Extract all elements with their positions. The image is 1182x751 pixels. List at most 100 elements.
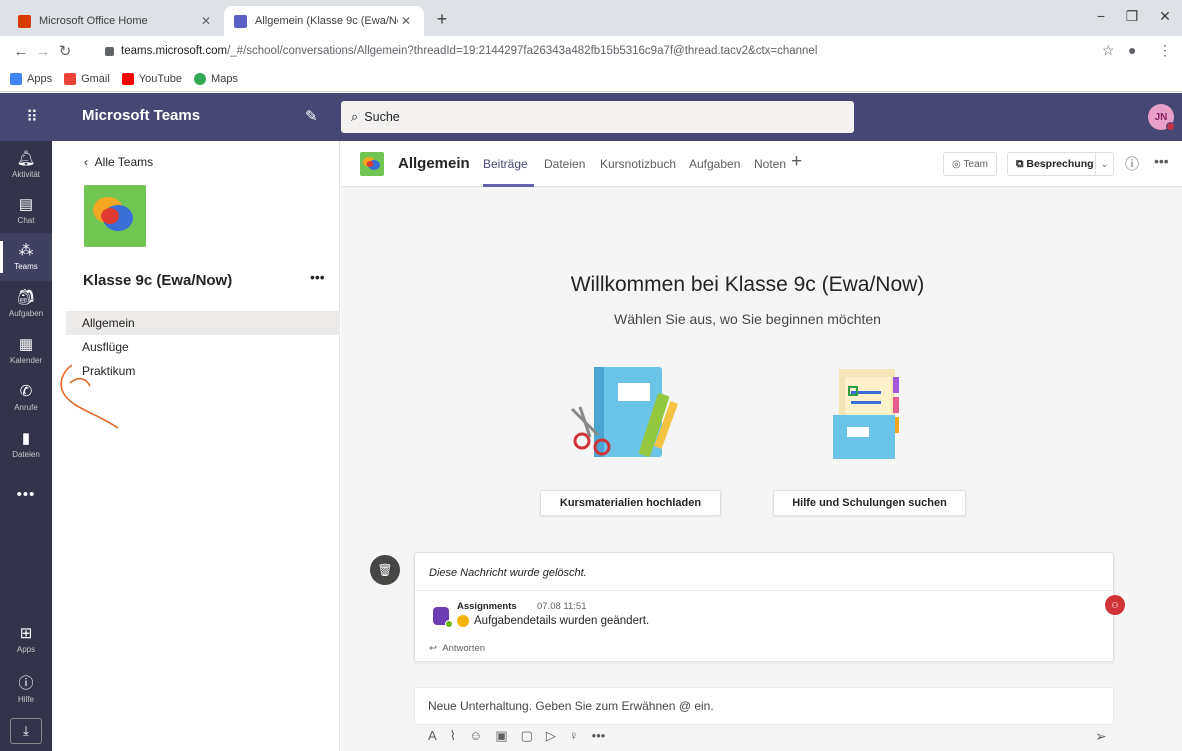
emoji-icon[interactable]: ☺ [469,728,482,744]
close-window-icon[interactable]: ✕ [1150,8,1180,25]
bookmarks-bar: Apps Gmail YouTube Maps [0,66,1182,92]
attach-icon[interactable]: ⌇ [450,728,456,744]
browser-tabbar: Microsoft Office Home ✕ Allgemein (Klass… [0,0,1182,36]
new-chat-icon[interactable]: ✎ [305,107,318,125]
tab-aufgaben[interactable]: Aufgaben [689,157,740,171]
channel-main: Allgemein Beiträge Dateien Kursnotizbuch… [341,141,1182,751]
send-icon[interactable]: ➢ [1095,728,1107,745]
rail-item-hilfe[interactable]: ⓘ Hilfe [0,666,52,714]
bookmark-label: Gmail [81,72,110,85]
browser-tab-office[interactable]: Microsoft Office Home ✕ [8,6,224,36]
minimize-icon[interactable]: − [1086,8,1116,24]
channel-ausfluege[interactable]: Ausflüge [66,335,340,359]
rail-item-aktivitaet[interactable]: 🔔︎ Aktivität [0,141,52,189]
tab-kursnotizbuch[interactable]: Kursnotizbuch [600,157,676,171]
gmail-icon [64,72,77,85]
rail-label: Hilfe [17,695,34,704]
search-icon: ⌕ [351,109,359,124]
team-panel: ‹ Alle Teams Klasse 9c (Ewa/Now) ••• All… [52,141,340,751]
new-conversation-input[interactable]: Neue Unterhaltung. Geben Sie zum Erwähne… [414,687,1114,725]
rail-item-chat[interactable]: ▤ Chat [0,187,52,235]
bookmark-maps[interactable]: Maps [194,72,238,85]
apps-icon: ⊞ [19,625,33,642]
rail-label: Aktivität [11,170,40,179]
more-options-icon[interactable]: ••• [310,269,325,285]
back-icon[interactable]: ← [10,43,32,60]
app-launcher-icon[interactable]: ⠿ [0,93,64,141]
close-icon[interactable]: ✕ [398,14,414,28]
search-input[interactable]: ⌕ Suche [341,101,854,133]
format-icon[interactable]: A [428,728,437,744]
lock-icon [105,46,114,56]
reply-text: Aufgabendetails wurden geändert. [457,615,649,627]
tab-beitraege[interactable]: Beiträge [483,157,528,171]
upload-materials-button[interactable]: Kursmaterialien hochladen [540,490,721,516]
browser-tab-teams[interactable]: Allgemein (Klasse 9c (Ewa/Now)) ✕ [224,6,424,36]
menu-icon[interactable]: ⋮ [1158,42,1172,59]
meet-now-icon[interactable]: ▷ [546,728,556,744]
app-bar: 🔔︎ Aktivität ▤ Chat ⁂ Teams 🎒︎ Aufgaben … [0,141,52,751]
channel-praktikum[interactable]: Praktikum [66,359,340,383]
chevron-down-icon[interactable]: ⌄ [1095,153,1113,175]
add-tab-icon[interactable]: + [791,151,802,173]
download-icon[interactable]: ⤓ [10,718,42,744]
rail-item-aufgaben[interactable]: 🎒︎ Aufgaben [0,280,52,328]
reload-icon[interactable]: ↻ [54,42,76,60]
app-title: Microsoft Teams [82,107,201,124]
channel-logo [360,152,384,176]
team-button[interactable]: ◎ Team [943,152,997,176]
channel-header: Allgemein Beiträge Dateien Kursnotizbuch… [341,141,1182,187]
url-input[interactable]: teams.microsoft.com /_#/school/conversat… [105,39,1095,63]
rail-item-kalender[interactable]: ▦ Kalender [0,327,52,375]
rail-label: Chat [17,216,35,225]
info-icon[interactable]: ⓘ [1125,154,1139,174]
avatar[interactable]: JN [1148,104,1175,131]
restore-icon[interactable]: ❐ [1117,8,1147,25]
channel-allgemein[interactable]: Allgemein [66,311,340,335]
apps-grid-icon [10,72,22,85]
reply-author[interactable]: Assignments [457,601,517,612]
video-icon: ⧉ [1016,157,1027,170]
folder-illustration [833,369,899,459]
reply-button[interactable]: ↩ Antworten [429,643,485,654]
back-label: Alle Teams [94,155,154,169]
reply-button-label: Antworten [442,643,486,654]
presence-dot [1166,122,1175,131]
help-icon: ⓘ [18,675,34,692]
more-apps-icon[interactable]: ••• [0,486,52,503]
rail-item-teams[interactable]: ⁂ Teams [0,233,52,281]
meet-button-label: Besprechung [1026,158,1094,170]
gif-icon[interactable]: ▣ [495,728,507,744]
office-icon [18,14,31,28]
participants-icon[interactable]: ⚇ [1105,595,1125,615]
meet-button[interactable]: ⧉ Besprechung ⌄ [1007,152,1114,176]
new-tab-button[interactable]: + [432,10,452,30]
forward-icon[interactable]: → [32,43,54,60]
rail-item-dateien[interactable]: ▮ Dateien [0,421,52,469]
bookmark-youtube[interactable]: YouTube [121,72,182,85]
file-icon: ▮ [21,430,31,447]
rail-label: Anrufe [14,403,38,412]
more-options-icon[interactable]: ••• [1154,153,1169,169]
compose-toolbar: A ⌇ ☺ ▣ ▢ ▷ ♀ ••• [428,728,605,744]
all-teams-link[interactable]: ‹ Alle Teams [84,155,153,169]
deleted-message-text: Diese Nachricht wurde gelöscht. [429,567,587,579]
sticker-icon[interactable]: ▢ [521,728,533,744]
tab-noten[interactable]: Noten [754,157,786,171]
chat-icon: ▤ [18,196,34,213]
star-icon[interactable]: ☆ [1102,42,1115,59]
profile-icon[interactable]: ● [1128,42,1136,58]
chevron-left-icon: ‹ [84,155,95,169]
maps-pin-icon [194,72,207,85]
bookmark-apps[interactable]: Apps [10,72,52,85]
bookmark-gmail[interactable]: Gmail [64,72,110,85]
help-training-button[interactable]: Hilfe und Schulungen suchen [773,490,966,516]
close-icon[interactable]: ✕ [198,14,214,28]
channel-title: Allgemein [398,155,470,172]
tab-dateien[interactable]: Dateien [544,157,585,171]
praise-icon[interactable]: ♀ [569,728,579,744]
rail-item-apps[interactable]: ⊞ Apps [0,616,52,664]
more-options-icon[interactable]: ••• [592,728,606,744]
phone-icon: ✆ [19,383,33,400]
rail-item-anrufe[interactable]: ✆ Anrufe [0,374,52,422]
